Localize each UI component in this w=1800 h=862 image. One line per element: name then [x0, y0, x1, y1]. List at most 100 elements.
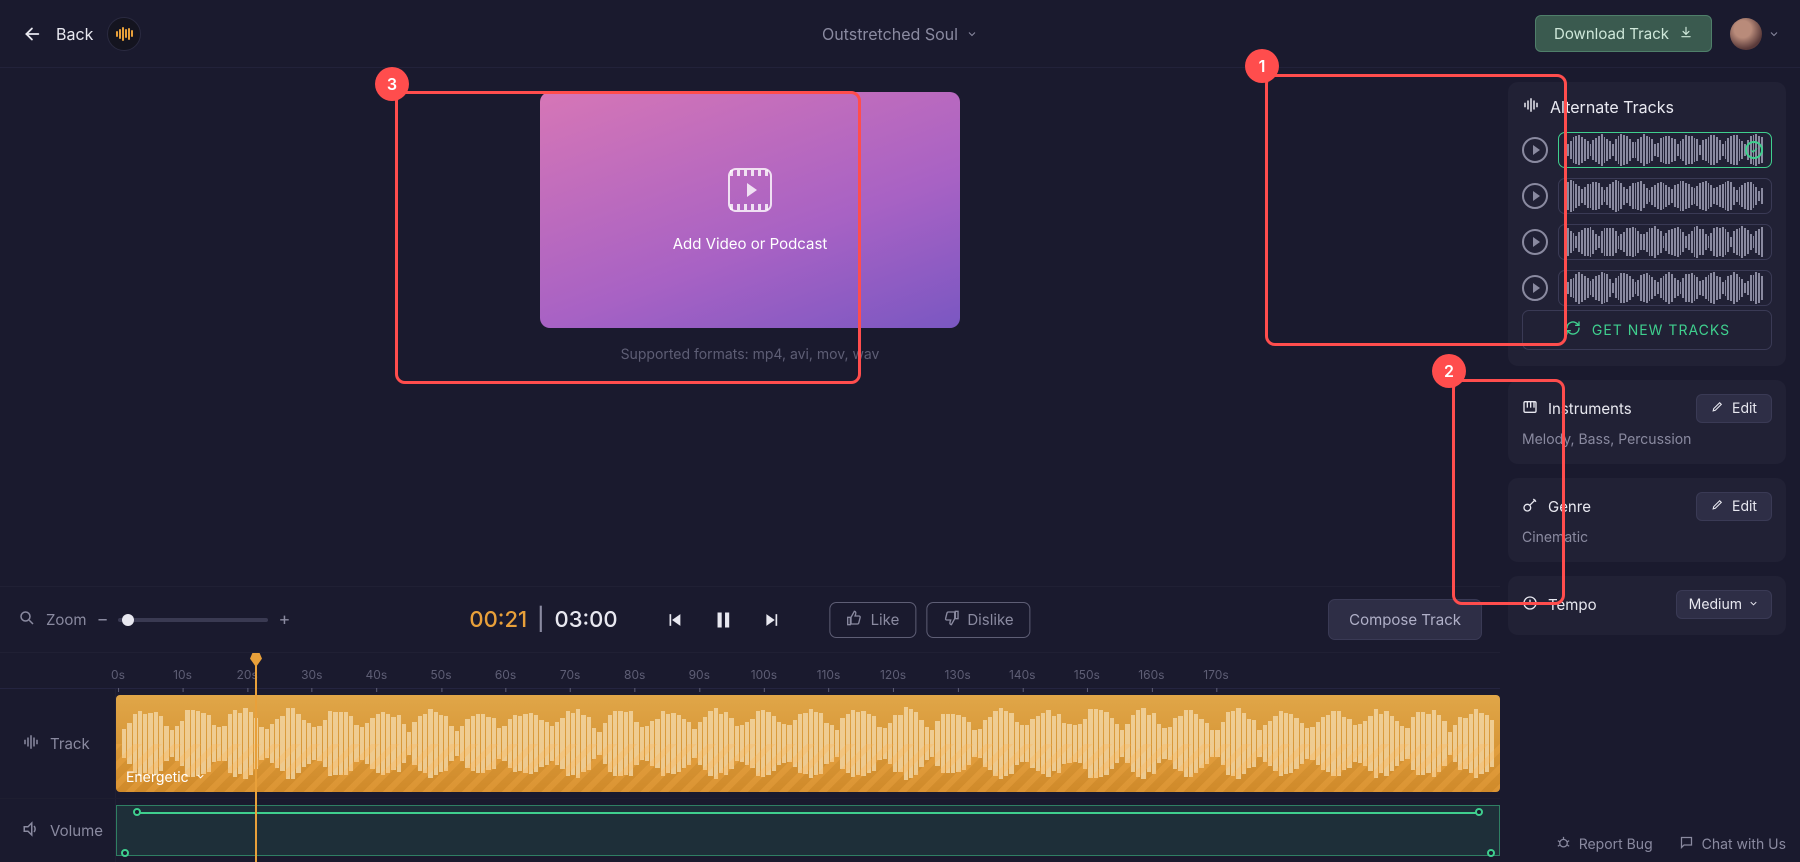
genre-label: Genre [1548, 497, 1591, 516]
timeline-ruler[interactable]: 0s10s20s30s40s50s60s70s80s90s100s110s120… [0, 653, 1500, 689]
skip-back-button[interactable] [666, 610, 686, 630]
envelope-point[interactable] [1487, 849, 1495, 857]
envelope-point[interactable] [133, 808, 141, 816]
report-bug-button[interactable]: Report Bug [1556, 835, 1653, 854]
check-icon [1745, 141, 1763, 159]
download-icon [1679, 24, 1693, 43]
alternate-track-waveform[interactable] [1558, 132, 1772, 168]
chat-button[interactable]: Chat with Us [1679, 835, 1786, 854]
play-alternate-button[interactable] [1522, 229, 1548, 255]
chevron-down-icon [1768, 28, 1780, 40]
alternate-track-item [1522, 178, 1772, 214]
tutorial-badge-1: 1 [1245, 49, 1279, 83]
back-label: Back [56, 24, 93, 44]
back-button[interactable]: Back [20, 17, 141, 51]
tempo-panel: Tempo Medium [1508, 576, 1786, 635]
project-thumbnail [107, 17, 141, 51]
compose-track-button[interactable]: Compose Track [1328, 599, 1482, 640]
alternate-track-waveform[interactable] [1558, 224, 1772, 260]
bug-icon [1556, 835, 1571, 854]
volume-label-text: Volume [50, 821, 103, 840]
alternate-track-waveform[interactable] [1558, 270, 1772, 306]
audio-clip[interactable]: Energetic [116, 695, 1500, 792]
main-area: Add Video or Podcast Supported formats: … [0, 68, 1800, 862]
alternate-tracks-list [1522, 132, 1772, 306]
edit-label: Edit [1732, 498, 1757, 515]
download-track-button[interactable]: Download Track [1535, 15, 1712, 52]
alternate-track-waveform[interactable] [1558, 178, 1772, 214]
clip-mood-selector[interactable]: Energetic [126, 769, 206, 786]
waveform-icon [116, 27, 133, 41]
chevron-down-icon [966, 28, 978, 40]
zoom-out-button[interactable]: − [97, 609, 109, 630]
genre-value: Cinematic [1522, 529, 1772, 546]
speaker-icon [22, 820, 40, 842]
timeline: 0s10s20s30s40s50s60s70s80s90s100s110s120… [0, 652, 1500, 862]
tempo-select[interactable]: Medium [1676, 590, 1772, 619]
tempo-label: Tempo [1548, 595, 1597, 614]
zoom-slider[interactable] [118, 618, 268, 622]
current-time: 00:21 [469, 607, 527, 633]
thumbs-down-icon [943, 610, 959, 630]
refresh-icon [1564, 320, 1582, 340]
time-display: 00:21 | 03:00 [469, 607, 617, 633]
right-sidebar: Alternate Tracks GET NEW TRACKS Instrume… [1500, 68, 1800, 862]
project-title[interactable]: Outstretched Soul [822, 24, 978, 44]
avatar [1730, 18, 1762, 50]
dropzone-label: Add Video or Podcast [673, 234, 828, 253]
edit-instruments-button[interactable]: Edit [1696, 394, 1772, 423]
alternate-tracks-panel: Alternate Tracks GET NEW TRACKS [1508, 82, 1786, 366]
video-file-icon [728, 168, 772, 212]
feedback-group: Like Dislike [830, 602, 1031, 638]
get-new-tracks-button[interactable]: GET NEW TRACKS [1522, 310, 1772, 350]
report-bug-label: Report Bug [1579, 836, 1653, 853]
total-time: 03:00 [554, 607, 617, 633]
alternate-tracks-header: Alternate Tracks [1550, 97, 1674, 117]
play-alternate-button[interactable] [1522, 183, 1548, 209]
tutorial-badge-3: 3 [375, 67, 409, 101]
track-row: Track Energetic [0, 689, 1500, 798]
like-label: Like [871, 610, 900, 629]
zoom-control: Zoom − + [18, 609, 290, 631]
alternate-track-item [1522, 224, 1772, 260]
download-label: Download Track [1554, 24, 1669, 43]
playhead[interactable] [255, 653, 257, 862]
chat-icon [1679, 835, 1694, 854]
pause-button[interactable] [714, 609, 734, 631]
genre-panel: Genre Edit Cinematic [1508, 478, 1786, 562]
zoom-label: Zoom [46, 610, 87, 629]
volume-envelope[interactable] [116, 805, 1500, 856]
clip-name: Energetic [126, 769, 189, 786]
play-alternate-button[interactable] [1522, 137, 1548, 163]
volume-label: Volume [0, 799, 116, 862]
add-media-dropzone[interactable]: Add Video or Podcast [540, 92, 960, 328]
like-button[interactable]: Like [830, 602, 917, 638]
instruments-panel: Instruments Edit Melody, Bass, Percussio… [1508, 380, 1786, 464]
guitar-icon [1522, 497, 1538, 517]
edit-genre-button[interactable]: Edit [1696, 492, 1772, 521]
user-menu[interactable] [1730, 18, 1780, 50]
play-alternate-button[interactable] [1522, 275, 1548, 301]
track-body[interactable]: Energetic [116, 689, 1500, 798]
chevron-down-icon [1748, 596, 1759, 613]
footer: Report Bug Chat with Us [1556, 835, 1786, 854]
edit-label: Edit [1732, 400, 1757, 417]
dislike-label: Dislike [967, 610, 1013, 629]
envelope-point[interactable] [121, 849, 129, 857]
piano-icon [1522, 399, 1538, 419]
left-pane: Add Video or Podcast Supported formats: … [0, 68, 1500, 862]
top-bar: Back Outstretched Soul Download Track [0, 0, 1800, 68]
transport-center: 00:21 | 03:00 [469, 602, 1030, 638]
get-new-tracks-label: GET NEW TRACKS [1592, 322, 1730, 339]
thumbs-up-icon [847, 610, 863, 630]
supported-formats-text: Supported formats: mp4, avi, mov, wav [621, 346, 880, 363]
volume-envelope-area[interactable] [116, 799, 1500, 862]
project-title-text: Outstretched Soul [822, 24, 958, 44]
zoom-in-button[interactable]: + [278, 609, 290, 630]
dislike-button[interactable]: Dislike [926, 602, 1030, 638]
envelope-point[interactable] [1475, 808, 1483, 816]
skip-forward-button[interactable] [762, 610, 782, 630]
volume-row: Volume [0, 798, 1500, 862]
tutorial-badge-2: 2 [1432, 354, 1466, 388]
instruments-value: Melody, Bass, Percussion [1522, 431, 1772, 448]
